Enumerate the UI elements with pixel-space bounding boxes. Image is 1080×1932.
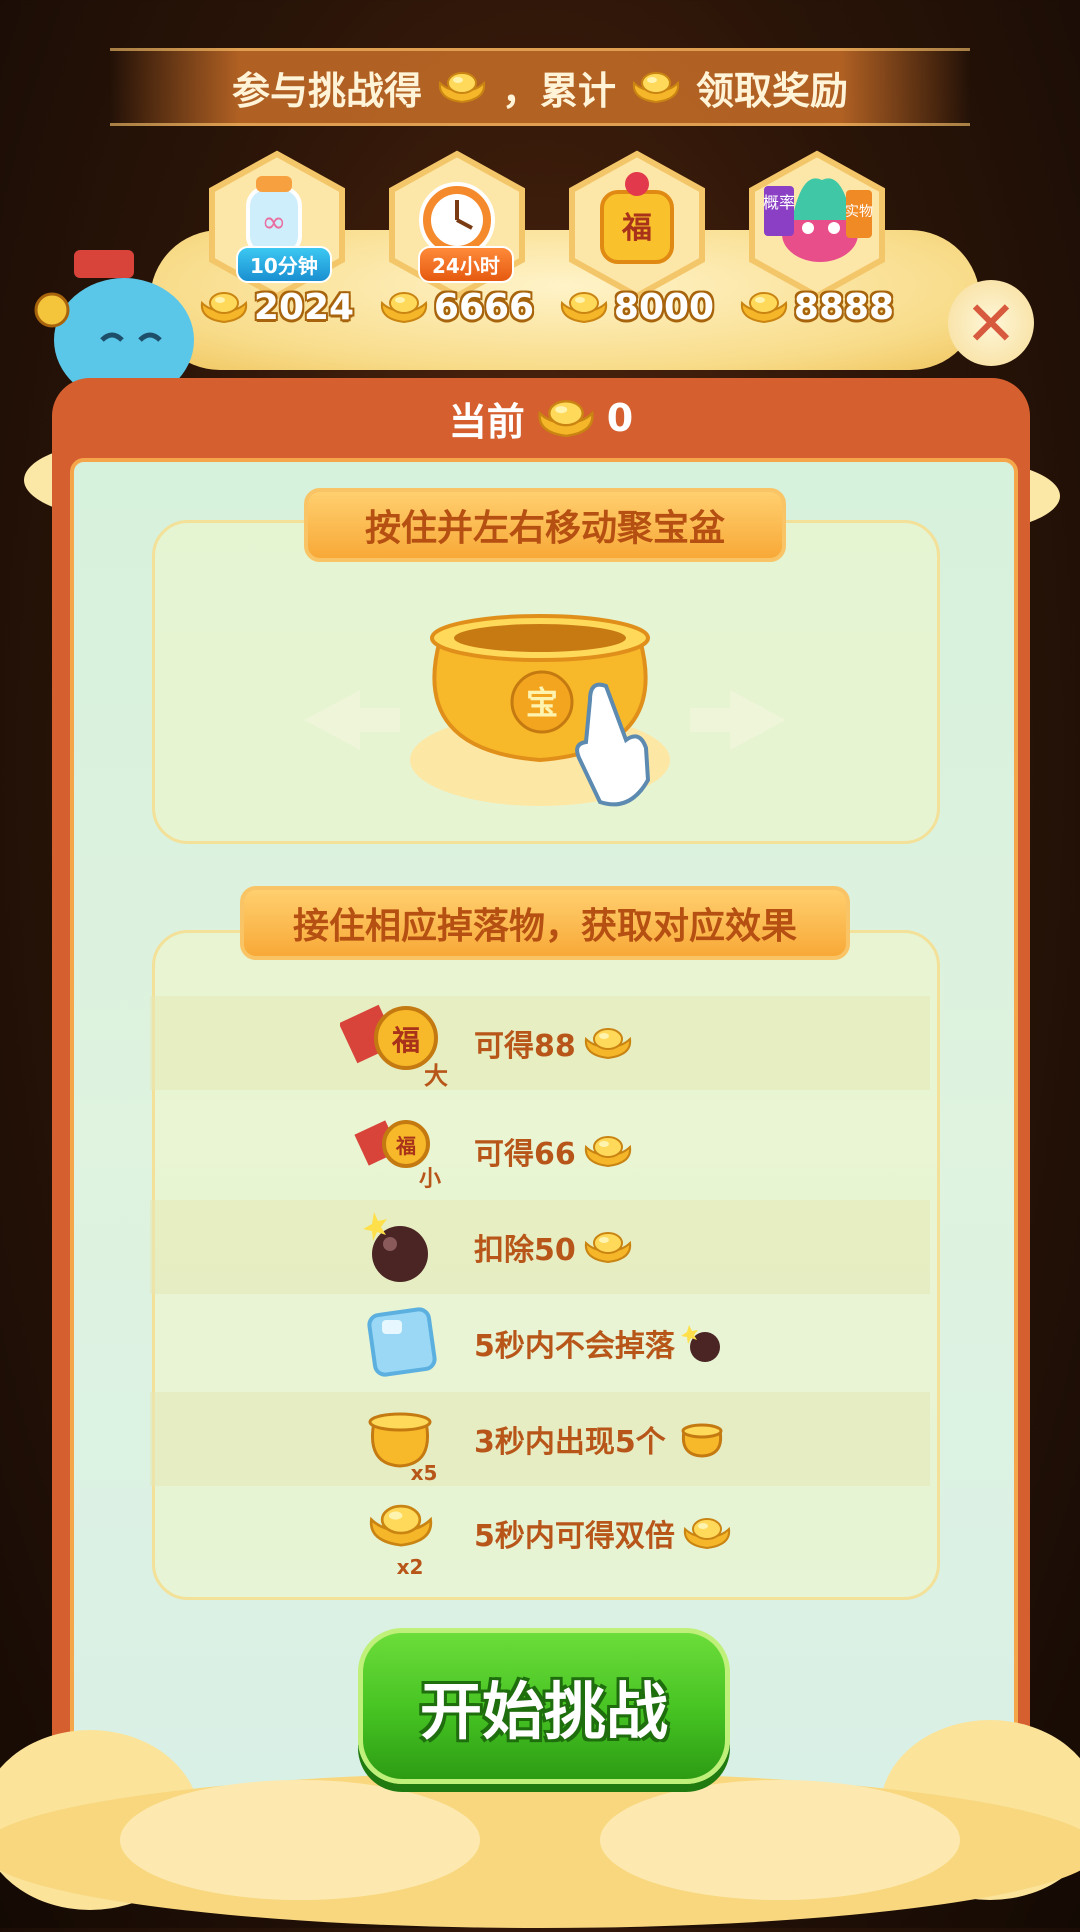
effect-text: 可得66 bbox=[474, 1137, 576, 1172]
gold-ingot-icon bbox=[582, 1025, 634, 1061]
banner-suffix: 领取奖励 bbox=[696, 68, 849, 113]
ice-cube-icon bbox=[340, 1298, 460, 1388]
reward-amount: 6666 bbox=[376, 282, 536, 332]
reward-amount-text: 6666 bbox=[433, 286, 535, 328]
reward-amount: 8888 bbox=[736, 282, 896, 332]
pot-icon bbox=[681, 1423, 723, 1458]
gold-ingot-icon bbox=[582, 1133, 634, 1169]
gold-ingot-icon bbox=[436, 69, 488, 105]
instruction-text: 按住并左右移动聚宝盆 bbox=[364, 508, 725, 549]
svg-text:大: 大 bbox=[424, 1062, 448, 1088]
close-icon: ✕ bbox=[965, 286, 1017, 360]
effect-text: 5秒内不会掉落 bbox=[474, 1329, 675, 1364]
gold-ingot-icon bbox=[738, 289, 790, 325]
svg-text:福: 福 bbox=[621, 211, 652, 246]
challenge-banner: 参与挑战得 ，累计 领取奖励 bbox=[110, 48, 970, 126]
effect-text: 可得88 bbox=[474, 1029, 576, 1064]
reward-bird-prize[interactable]: 概率 实物 bbox=[742, 150, 892, 300]
reward-amount-text: 8888 bbox=[793, 286, 895, 328]
bomb-icon bbox=[340, 1202, 460, 1292]
pot-demo: 宝 bbox=[290, 580, 800, 820]
current-score: 当前 0 bbox=[52, 378, 1030, 458]
svg-text:x5: x5 bbox=[411, 1461, 438, 1484]
right-arrow-icon bbox=[690, 690, 786, 750]
start-challenge-button[interactable]: 开始挑战 bbox=[358, 1628, 730, 1784]
svg-text:概率: 概率 bbox=[763, 193, 795, 212]
reward-tag: 24小时 bbox=[418, 246, 514, 283]
reward-fu-bag[interactable]: 福 bbox=[562, 150, 712, 300]
left-arrow-icon bbox=[304, 690, 400, 750]
effect-row: 5秒内不会掉落 bbox=[150, 1296, 930, 1390]
banner-prefix: 参与挑战得 bbox=[231, 68, 422, 113]
svg-text:福: 福 bbox=[395, 1134, 416, 1158]
svg-text:实物: 实物 bbox=[845, 204, 873, 220]
banner-middle: ，累计 bbox=[501, 68, 616, 113]
effect-row: 扣除50 bbox=[150, 1200, 930, 1294]
bomb-icon bbox=[680, 1325, 720, 1362]
effect-row: 福 大 可得88 bbox=[150, 996, 930, 1090]
reward-amount: 8000 bbox=[556, 282, 716, 332]
svg-text:宝: 宝 bbox=[526, 684, 558, 722]
ingot-icon: x2 bbox=[340, 1488, 460, 1578]
instruction-text: 接住相应掉落物，获取对应效果 bbox=[292, 906, 797, 947]
big-fu-coin-icon: 福 大 bbox=[340, 998, 460, 1088]
gold-ingot-icon bbox=[630, 69, 682, 105]
instruction-ribbon: 按住并左右移动聚宝盆 bbox=[304, 488, 786, 562]
current-value: 0 bbox=[606, 396, 634, 440]
effect-text: 5秒内可得双倍 bbox=[474, 1519, 675, 1554]
reward-amount-text: 2024 bbox=[253, 286, 355, 328]
gold-ingot-icon bbox=[681, 1515, 733, 1551]
svg-text:∞: ∞ bbox=[262, 205, 287, 240]
svg-text:x2: x2 bbox=[397, 1555, 424, 1578]
gold-ingot-icon bbox=[378, 289, 430, 325]
effect-row: 福 小 可得66 bbox=[150, 1104, 930, 1198]
current-label: 当前 bbox=[448, 399, 525, 444]
start-label: 开始挑战 bbox=[419, 1675, 668, 1748]
effect-text: 3秒内出现5个 bbox=[474, 1425, 666, 1460]
reward-amount-text: 8000 bbox=[613, 286, 715, 328]
gold-ingot-icon bbox=[558, 289, 610, 325]
svg-text:小: 小 bbox=[419, 1167, 441, 1192]
gold-ingot-icon bbox=[535, 396, 597, 440]
svg-text:福: 福 bbox=[391, 1024, 420, 1057]
gold-ingot-icon bbox=[582, 1229, 634, 1265]
pot-icon: x5 bbox=[340, 1394, 460, 1484]
effect-row: x5 3秒内出现5个 bbox=[150, 1392, 930, 1486]
instruction-ribbon: 接住相应掉落物，获取对应效果 bbox=[240, 886, 850, 960]
close-button[interactable]: ✕ bbox=[948, 280, 1034, 366]
effect-row: x2 5秒内可得双倍 bbox=[150, 1486, 930, 1580]
reward-clock[interactable]: 24小时 bbox=[382, 150, 532, 300]
small-fu-coin-icon: 福 小 bbox=[340, 1106, 460, 1196]
effect-text: 扣除50 bbox=[474, 1233, 576, 1268]
